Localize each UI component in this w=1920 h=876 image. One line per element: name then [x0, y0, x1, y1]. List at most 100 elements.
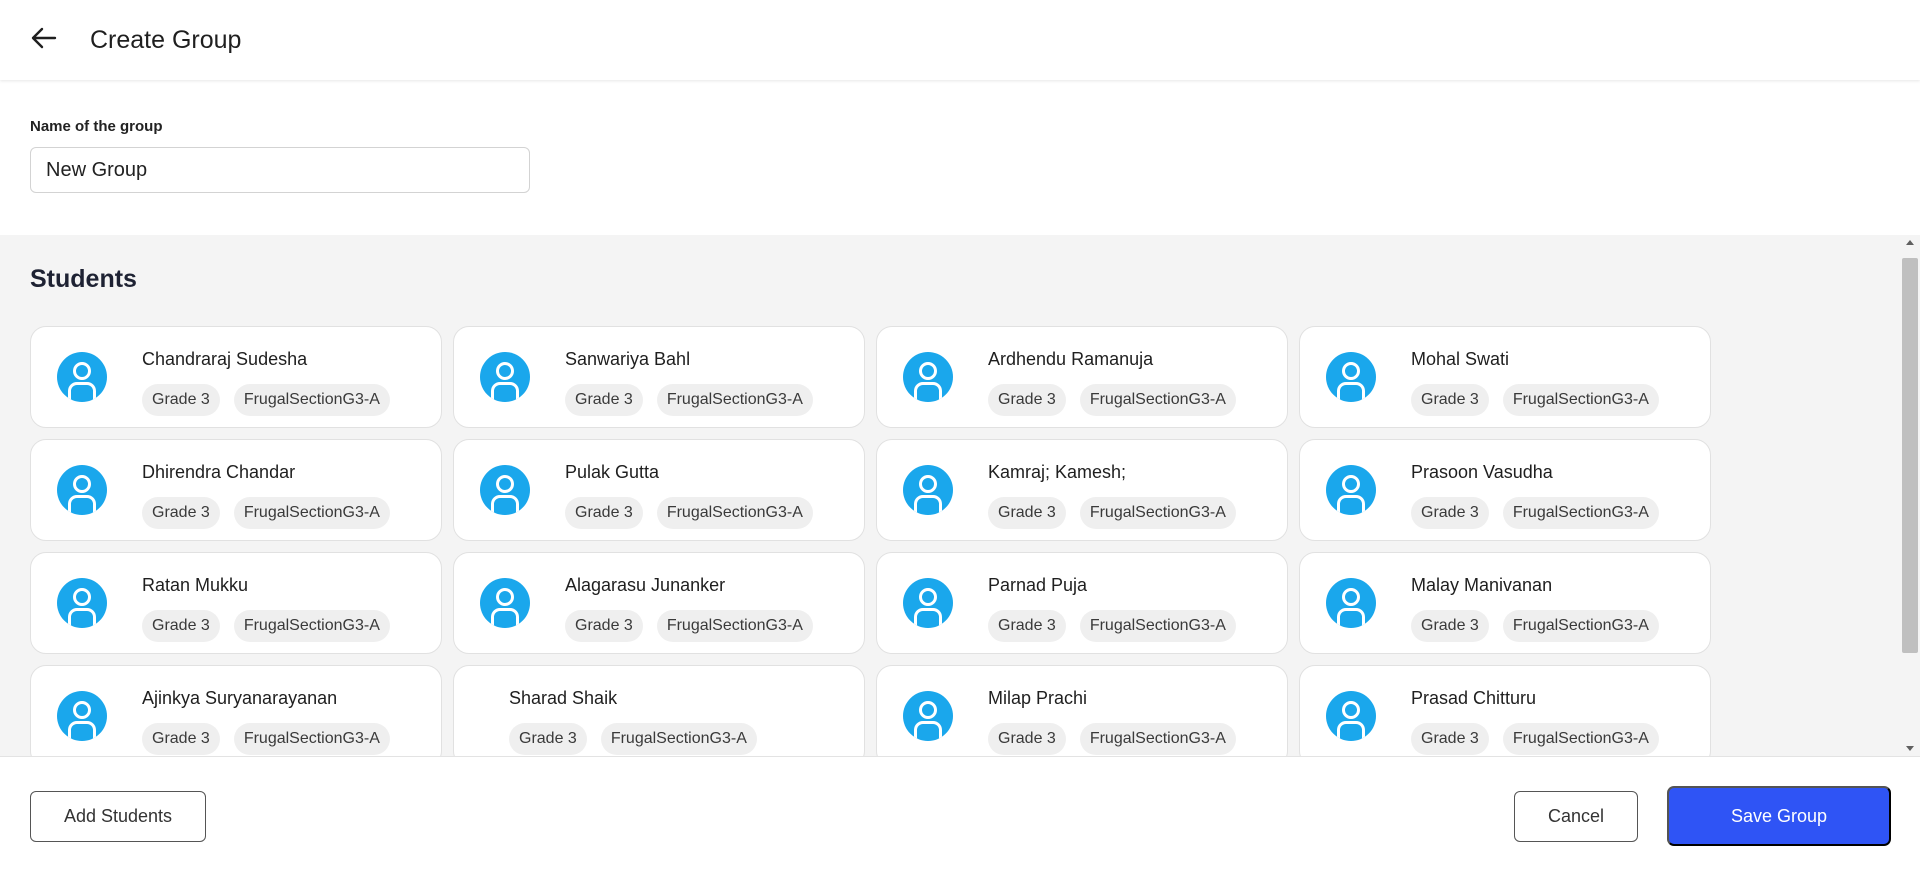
student-card[interactable]: Sanwariya Bahl Grade 3 FrugalSectionG3-A	[453, 326, 865, 428]
student-info: Dhirendra Chandar Grade 3 FrugalSectionG3-…	[142, 461, 390, 529]
student-card[interactable]: Mohal Swati Grade 3 FrugalSectionG3-A	[1299, 326, 1711, 428]
student-info: Mohal Swati Grade 3 FrugalSectionG3-A	[1411, 348, 1659, 416]
section-tag: FrugalSectionG3-A	[233, 497, 390, 529]
section-tag: FrugalSectionG3-A	[233, 610, 390, 642]
student-name: Ratan Mukku	[142, 575, 249, 595]
student-info: Pulak Gutta Grade 3 FrugalSectionG3-A	[565, 461, 813, 529]
group-name-form: Name of the group	[30, 118, 530, 193]
student-name: Prasoon Vasudha	[1411, 462, 1553, 482]
student-avatar-icon	[903, 352, 953, 402]
student-name: Malay Manivanan	[1411, 575, 1553, 595]
student-name: Sharad Shaik	[509, 688, 618, 708]
student-name: Ardhendu Ramanuja	[988, 349, 1154, 369]
student-avatar-icon	[480, 465, 530, 515]
cancel-button[interactable]: Cancel	[1514, 791, 1638, 842]
student-name: Mohal Swati	[1411, 349, 1510, 369]
grade-tag: Grade 3	[142, 384, 220, 416]
section-tag: FrugalSectionG3-A	[1502, 610, 1659, 642]
section-tag: FrugalSectionG3-A	[1079, 384, 1236, 416]
student-tags: Grade 3 FrugalSectionG3-A	[988, 497, 1236, 529]
grade-tag: Grade 3	[988, 497, 1066, 529]
scroll-up-arrow-icon[interactable]	[1906, 240, 1914, 245]
student-card[interactable]: Pulak Gutta Grade 3 FrugalSectionG3-A	[453, 439, 865, 541]
student-avatar-icon	[480, 578, 530, 628]
student-avatar-icon	[1326, 578, 1376, 628]
student-name: Prasad Chitturu	[1411, 688, 1537, 708]
student-info: Kamraj; Kamesh; Grade 3 FrugalSectionG3-A	[988, 461, 1236, 529]
scrollbar[interactable]	[1900, 235, 1920, 756]
student-card[interactable]: Milap Prachi Grade 3 FrugalSectionG3-A	[876, 665, 1288, 756]
student-avatar-icon	[1326, 465, 1376, 515]
section-tag: FrugalSectionG3-A	[1502, 497, 1659, 529]
student-card[interactable]: Sharad Shaik Grade 3 FrugalSectionG3-A	[453, 665, 865, 756]
student-name: Pulak Gutta	[565, 462, 660, 482]
student-tags: Grade 3 FrugalSectionG3-A	[1411, 497, 1659, 529]
section-tag: FrugalSectionG3-A	[1079, 610, 1236, 642]
group-name-input[interactable]	[30, 147, 530, 193]
grade-tag: Grade 3	[1411, 384, 1489, 416]
section-tag: FrugalSectionG3-A	[233, 723, 390, 755]
student-avatar-icon	[480, 352, 530, 402]
student-avatar-icon	[903, 578, 953, 628]
scrollbar-thumb[interactable]	[1902, 258, 1918, 653]
student-avatar-icon	[57, 691, 107, 741]
student-card[interactable]: Ajinkya Suryanarayanan Grade 3 FrugalSecti…	[30, 665, 442, 756]
student-tags: Grade 3 FrugalSectionG3-A	[988, 384, 1236, 416]
student-card[interactable]: Kamraj; Kamesh; Grade 3 FrugalSectionG3-A	[876, 439, 1288, 541]
grade-tag: Grade 3	[142, 497, 220, 529]
section-tag: FrugalSectionG3-A	[1079, 723, 1236, 755]
student-card[interactable]: Chandraraj Sudesha Grade 3 FrugalSectionG3…	[30, 326, 442, 428]
student-card[interactable]: Prasoon Vasudha Grade 3 FrugalSectionG3-A	[1299, 439, 1711, 541]
student-card[interactable]: Ardhendu Ramanuja Grade 3 FrugalSectionG3-…	[876, 326, 1288, 428]
student-name: Kamraj; Kamesh;	[988, 462, 1127, 482]
student-info: Chandraraj Sudesha Grade 3 FrugalSectionG3…	[142, 348, 390, 416]
back-button[interactable]	[24, 20, 64, 60]
student-card[interactable]: Parnad Puja Grade 3 FrugalSectionG3-A	[876, 552, 1288, 654]
section-tag: FrugalSectionG3-A	[656, 497, 813, 529]
student-card[interactable]: Ratan Mukku Grade 3 FrugalSectionG3-A	[30, 552, 442, 654]
students-panel: Students Chandraraj Sudesha Grade 3 Frugal…	[0, 235, 1920, 756]
student-tags: Grade 3 FrugalSectionG3-A	[142, 723, 390, 755]
student-card[interactable]: Malay Manivanan Grade 3 FrugalSectionG3-A	[1299, 552, 1711, 654]
group-name-label: Name of the group	[30, 118, 163, 135]
student-name: Chandraraj Sudesha	[142, 349, 308, 369]
student-tags: Grade 3 FrugalSectionG3-A	[142, 497, 390, 529]
section-tag: FrugalSectionG3-A	[1502, 723, 1659, 755]
grade-tag: Grade 3	[988, 610, 1066, 642]
add-students-button[interactable]: Add Students	[30, 791, 206, 842]
student-info: Ardhendu Ramanuja Grade 3 FrugalSectionG3-…	[988, 348, 1236, 416]
save-group-button[interactable]: Save Group	[1667, 786, 1891, 846]
grade-tag: Grade 3	[1411, 610, 1489, 642]
student-name: Milap Prachi	[988, 688, 1088, 708]
student-card[interactable]: Alagarasu Junanker Grade 3 FrugalSectionG3…	[453, 552, 865, 654]
student-tags: Grade 3 FrugalSectionG3-A	[988, 610, 1236, 642]
student-avatar-icon	[1326, 352, 1376, 402]
student-avatar-icon	[57, 578, 107, 628]
student-avatar-icon	[57, 465, 107, 515]
student-name: Ajinkya Suryanarayanan	[142, 688, 338, 708]
grade-tag: Grade 3	[1411, 723, 1489, 755]
arrow-left-icon	[31, 27, 57, 54]
student-info: Alagarasu Junanker Grade 3 FrugalSectionG3…	[565, 574, 813, 642]
student-card[interactable]: Prasad Chitturu Grade 3 FrugalSectionG3-A	[1299, 665, 1711, 756]
student-tags: Grade 3 FrugalSectionG3-A	[565, 384, 813, 416]
scroll-down-arrow-icon[interactable]	[1906, 746, 1914, 751]
section-tag: FrugalSectionG3-A	[1502, 384, 1659, 416]
student-avatar-icon	[1326, 691, 1376, 741]
section-tag: FrugalSectionG3-A	[1079, 497, 1236, 529]
grade-tag: Grade 3	[1411, 497, 1489, 529]
student-avatar-icon	[57, 352, 107, 402]
student-name: Sanwariya Bahl	[565, 349, 691, 369]
grade-tag: Grade 3	[142, 610, 220, 642]
student-grid: Chandraraj Sudesha Grade 3 FrugalSectionG3…	[30, 326, 1711, 756]
student-info: Sharad Shaik Grade 3 FrugalSectionG3-A	[509, 687, 757, 755]
student-info: Parnad Puja Grade 3 FrugalSectionG3-A	[988, 574, 1236, 642]
student-tags: Grade 3 FrugalSectionG3-A	[1411, 723, 1659, 755]
footer-bar: Add Students Cancel Save Group	[0, 756, 1920, 876]
grade-tag: Grade 3	[565, 384, 643, 416]
student-card[interactable]: Dhirendra Chandar Grade 3 FrugalSectionG3-…	[30, 439, 442, 541]
students-heading: Students	[30, 265, 137, 293]
student-info: Ajinkya Suryanarayanan Grade 3 FrugalSecti…	[142, 687, 390, 755]
grade-tag: Grade 3	[509, 723, 587, 755]
grade-tag: Grade 3	[988, 384, 1066, 416]
